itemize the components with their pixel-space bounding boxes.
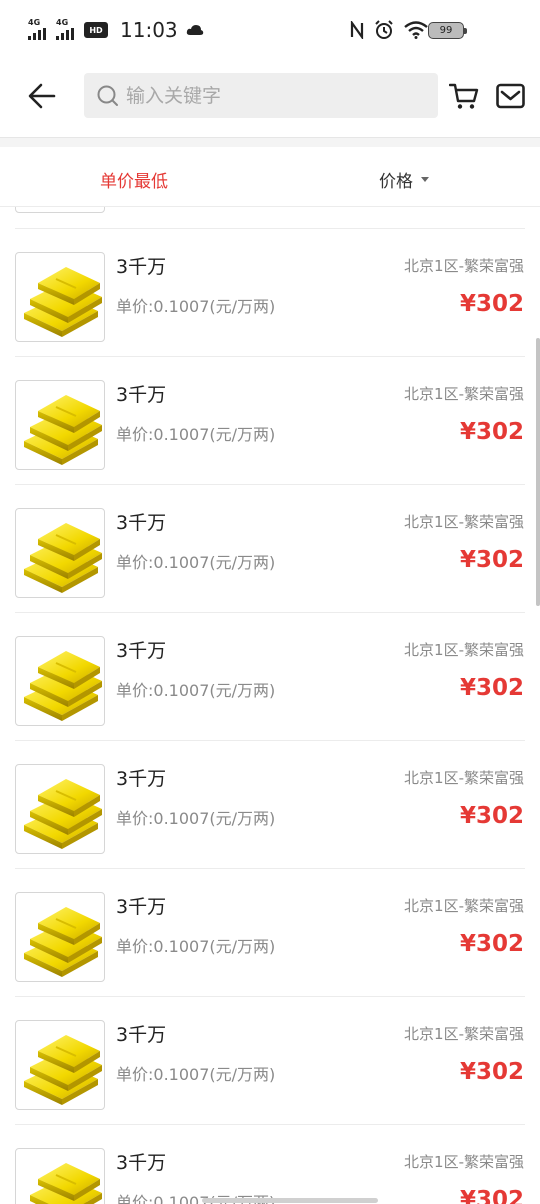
item-price: ¥302 <box>459 1059 524 1085</box>
list-item[interactable]: 3千万单价:0.1007(元/万两) 北京1区-繁荣富强 ¥302 <box>0 613 540 741</box>
gold-bars-icon <box>24 779 102 849</box>
product-list: 3千万 单价:0.1007(元/万两) 北京1区-繁荣富强 ¥302 3千万 单价:0.… <box>0 207 540 1204</box>
item-server: 北京1区-繁荣富强 <box>404 897 524 915</box>
item-unit-price: 单价:0.1007(元/万两) <box>116 937 276 956</box>
item-price: ¥302 <box>459 547 524 573</box>
item-title: 3千万 <box>116 384 167 406</box>
list-item[interactable]: 3千万单价:0.1007(元/万两) 北京1区-繁荣富强 ¥302 <box>0 869 540 997</box>
list-item[interactable]: 3千万单价:0.1007(元/万两) 北京1区-繁荣富强 ¥302 <box>0 485 540 613</box>
gold-bars-icon <box>24 907 102 977</box>
separator <box>0 138 540 147</box>
gold-bars-icon <box>24 523 102 593</box>
item-title: 3千万 <box>116 1152 167 1174</box>
product-thumbnail[interactable] <box>15 1020 105 1110</box>
item-server: 北京1区-繁荣富强 <box>404 1025 524 1043</box>
signal-icon: 4G <box>56 18 78 40</box>
sort-lowest-unit-price-tab[interactable]: 单价最低 <box>100 167 168 192</box>
item-unit-price: 单价:0.1007(元/万两) <box>116 297 276 316</box>
item-title: 3千万 <box>116 896 167 918</box>
gold-bars-icon <box>30 1163 102 1204</box>
wifi-icon <box>404 21 428 39</box>
item-unit-price: 单价:0.1007(元/万两) <box>116 681 276 700</box>
product-thumbnail[interactable] <box>15 892 105 982</box>
item-title: 3千万 <box>116 640 167 662</box>
gold-bars-icon <box>24 395 102 465</box>
product-thumbnail[interactable] <box>15 764 105 854</box>
hd-icon: HD <box>84 22 108 38</box>
item-price: ¥302 <box>459 675 524 701</box>
item-title: 3千万 <box>116 768 167 790</box>
list-item[interactable]: 3千万 单价:0.1007(元/万两) 北京1区-繁荣富强 ¥302 <box>0 1125 540 1204</box>
list-item[interactable]: 3千万单价:0.1007(元/万两) 北京1区-繁荣富强 ¥302 <box>0 229 540 357</box>
status-time: 11:03 <box>120 18 178 42</box>
scrollbar[interactable] <box>536 338 540 606</box>
product-thumbnail[interactable] <box>15 380 105 470</box>
item-unit-price: 单价:0.1007(元/万两) <box>116 1065 276 1084</box>
signal-icon: 4G <box>28 18 50 40</box>
item-server: 北京1区-繁荣富强 <box>404 385 524 403</box>
item-unit-price: 单价:0.1007(元/万两) <box>116 809 276 828</box>
sort-bar: 单价最低 价格 <box>0 147 540 207</box>
item-price: ¥302 <box>459 803 524 829</box>
product-thumbnail[interactable] <box>15 508 105 598</box>
item-price: ¥302 <box>459 931 524 957</box>
product-thumbnail[interactable] <box>15 207 105 213</box>
sort-price-tab[interactable]: 价格 <box>379 167 429 192</box>
alarm-icon <box>375 20 393 39</box>
item-unit-price: 单价:0.1007(元/万两) <box>116 553 276 572</box>
item-server: 北京1区-繁荣富强 <box>404 513 524 531</box>
item-price: ¥302 <box>459 1187 524 1204</box>
item-server: 北京1区-繁荣富强 <box>404 769 524 787</box>
item-server: 北京1区-繁荣富强 <box>404 257 524 275</box>
sort-price-label: 价格 <box>379 172 413 192</box>
gold-bars-icon <box>24 1035 102 1105</box>
message-icon[interactable] <box>496 82 525 110</box>
product-thumbnail[interactable] <box>15 636 105 726</box>
item-unit-price: 单价:0.1007(元/万两) <box>116 425 276 444</box>
gold-bars-icon <box>24 651 102 721</box>
search-input[interactable] <box>126 84 406 107</box>
battery-icon: 99 <box>428 22 467 39</box>
item-server: 北京1区-繁荣富强 <box>404 641 524 659</box>
list-item[interactable]: 3千万单价:0.1007(元/万两) 北京1区-繁荣富强 ¥302 <box>0 741 540 869</box>
search-icon <box>97 85 118 106</box>
list-item[interactable]: 3千万单价:0.1007(元/万两) 北京1区-繁荣富强 ¥302 <box>0 357 540 485</box>
back-arrow-icon[interactable] <box>26 80 58 112</box>
item-title: 3千万 <box>116 512 167 534</box>
gold-bars-icon <box>24 267 102 337</box>
nfc-icon <box>350 21 364 39</box>
list-item[interactable]: 3千万单价:0.1007(元/万两) 北京1区-繁荣富强 ¥302 <box>0 997 540 1125</box>
product-thumbnail[interactable] <box>15 252 105 342</box>
home-indicator[interactable] <box>202 1198 378 1203</box>
caret-down-icon <box>421 177 429 182</box>
item-server: 北京1区-繁荣富强 <box>404 1153 524 1171</box>
cloud-icon <box>186 25 203 35</box>
search-box[interactable] <box>84 73 438 118</box>
item-price: ¥302 <box>459 419 524 445</box>
status-bar: 4G 4G HD 11:03 99 <box>0 0 540 62</box>
item-title: 3千万 <box>116 1024 167 1046</box>
top-bar <box>0 62 540 138</box>
item-price: ¥302 <box>459 291 524 317</box>
product-thumbnail[interactable] <box>15 1148 105 1204</box>
cart-icon[interactable] <box>449 82 479 110</box>
item-title: 3千万 <box>116 256 167 278</box>
